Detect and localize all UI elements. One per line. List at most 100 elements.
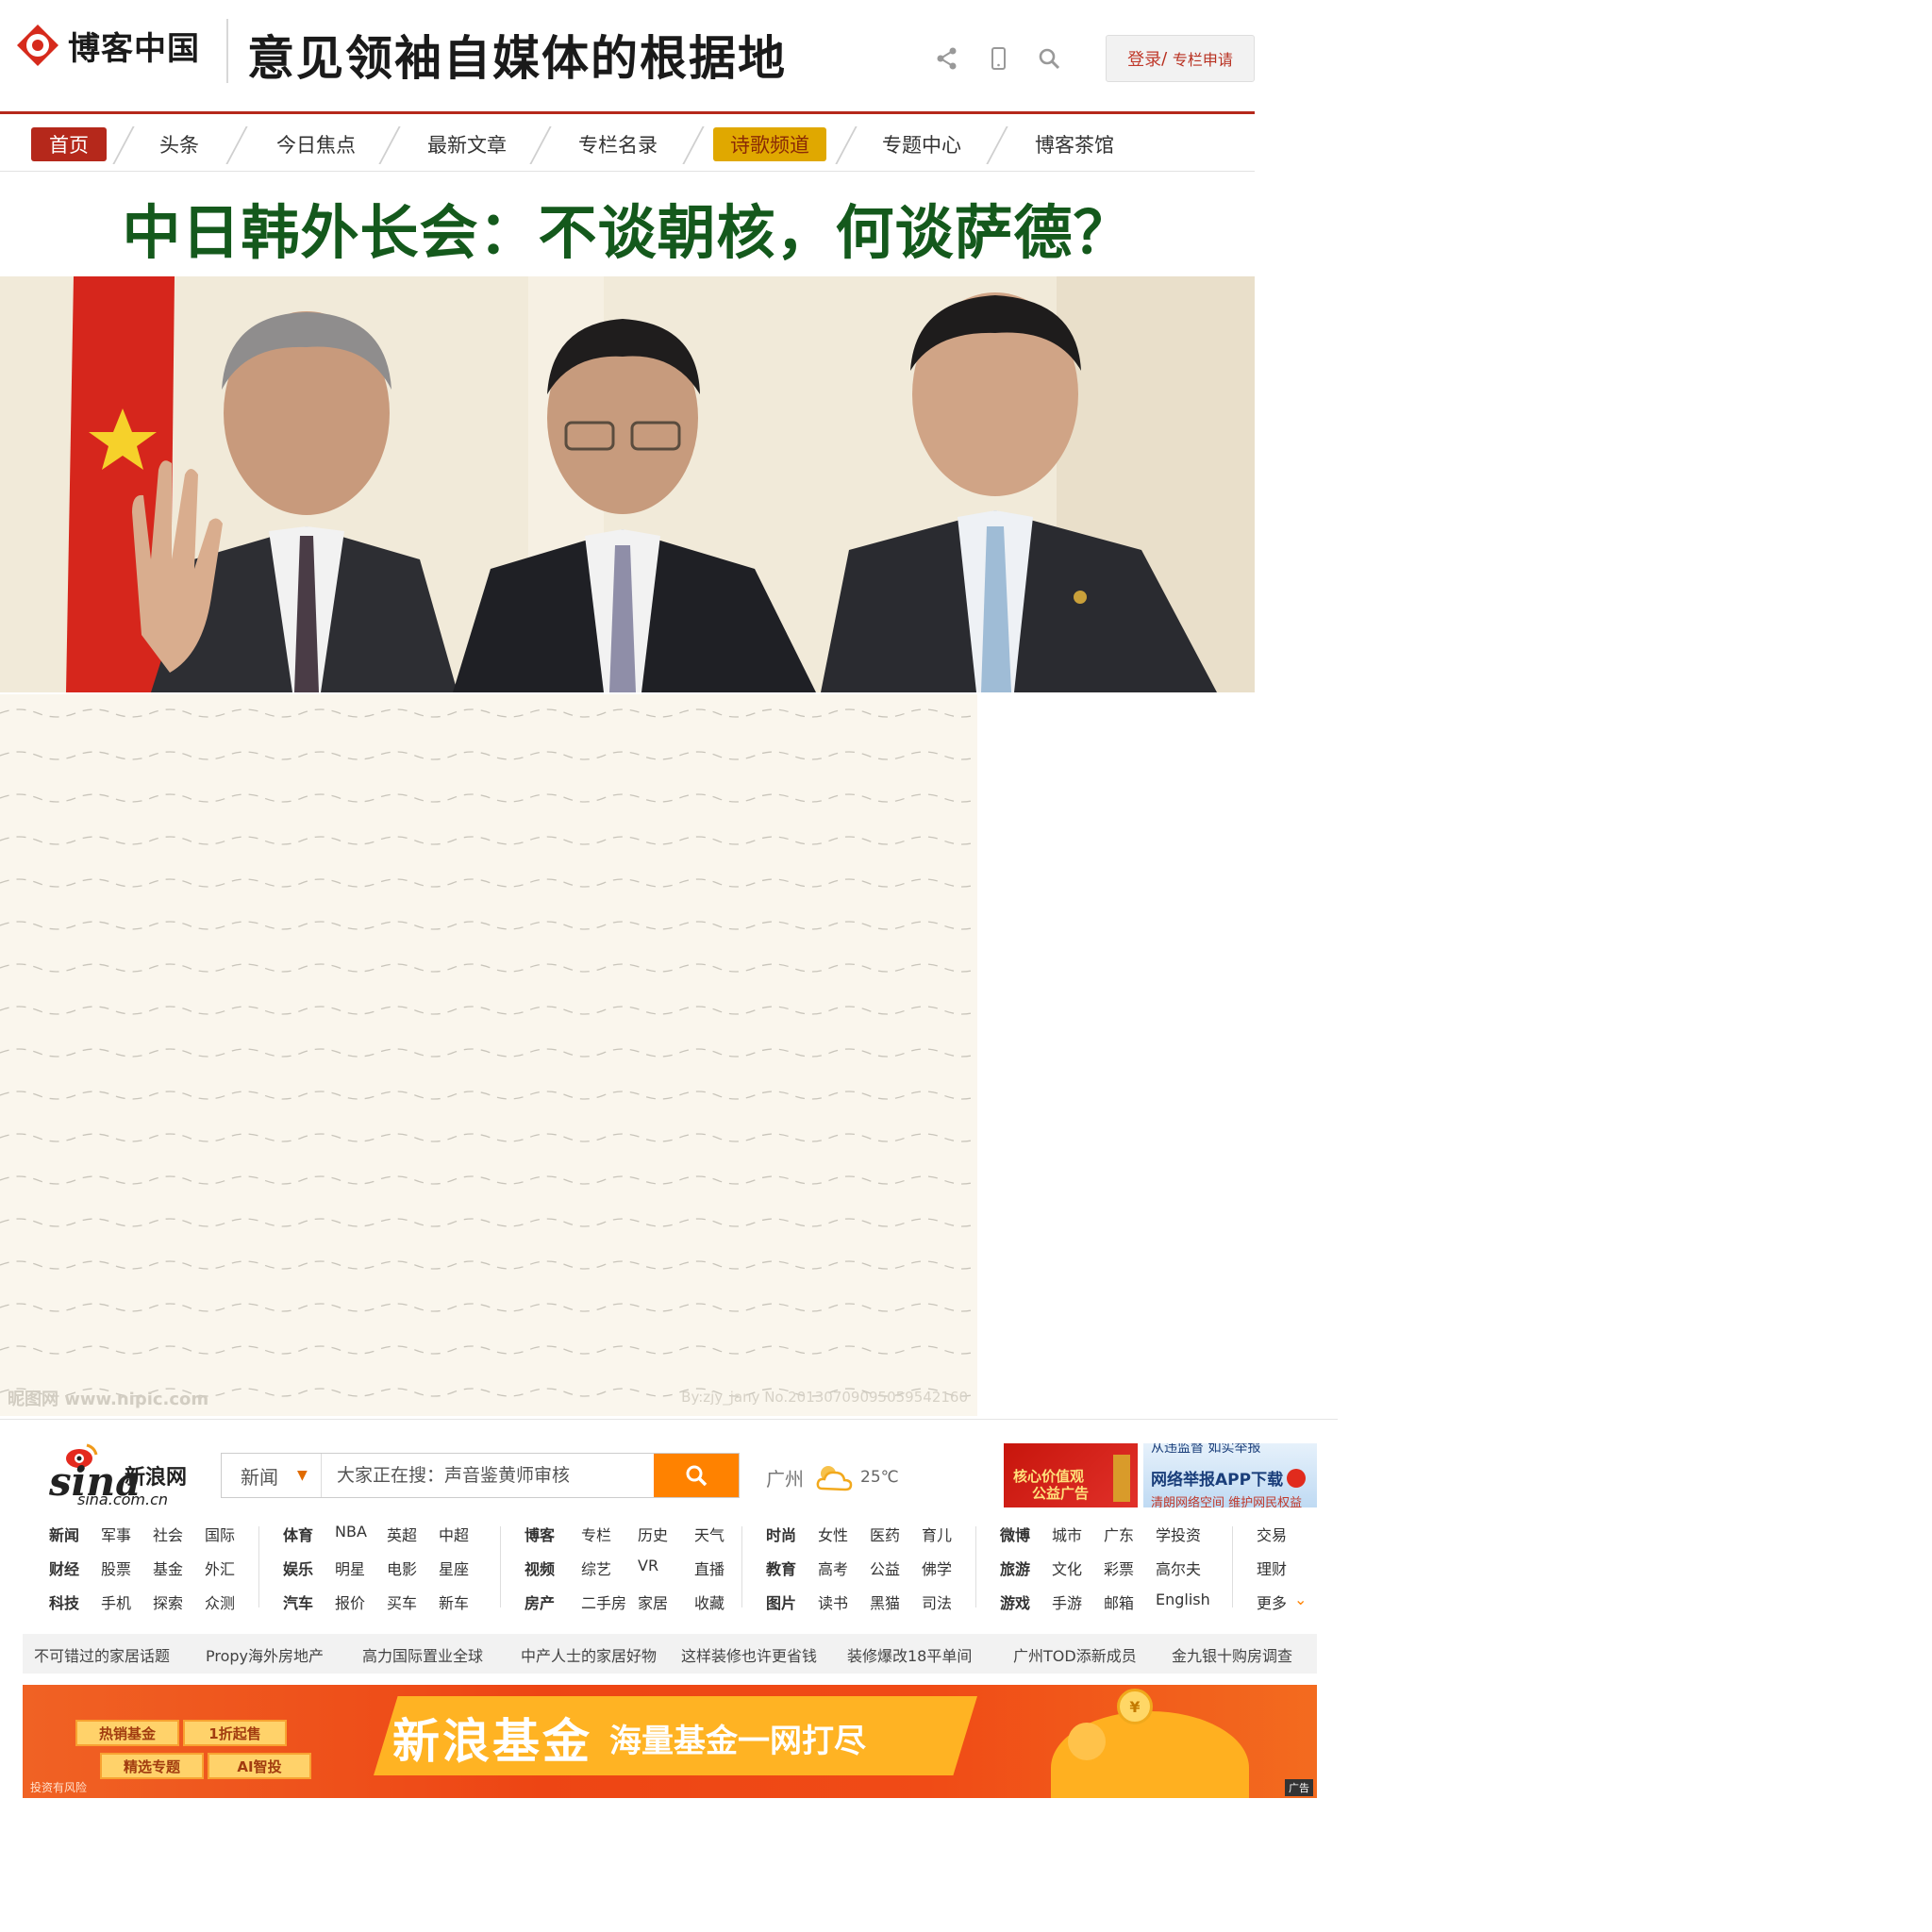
hot-link[interactable]: 这样装修也许更省钱 [681, 1643, 817, 1666]
nav-today-focus[interactable]: 今日焦点 [264, 127, 368, 161]
channel-link[interactable]: 医药 [870, 1523, 922, 1545]
channel-link[interactable]: 视频 [525, 1557, 581, 1579]
channel-link[interactable]: 博客 [525, 1523, 581, 1545]
channel-link[interactable]: 彩票 [1104, 1557, 1156, 1579]
fund-btn-discount[interactable]: 1折起售 [183, 1720, 287, 1746]
login-link[interactable]: 登录 [1127, 46, 1161, 71]
channel-link[interactable]: 高尔夫 [1156, 1557, 1208, 1579]
channel-link[interactable]: 天气 [694, 1523, 751, 1545]
article-photo[interactable] [0, 276, 1255, 692]
channel-link[interactable]: 社会 [153, 1523, 205, 1545]
channel-link[interactable]: 二手房 [581, 1591, 638, 1613]
nav-blog-teahouse[interactable]: 博客茶馆 [1023, 127, 1126, 161]
channel-link[interactable]: 教育 [766, 1557, 818, 1579]
hot-link[interactable]: 高力国际置业全球 [362, 1643, 483, 1666]
channel-link[interactable]: 佛学 [922, 1557, 974, 1579]
channel-link[interactable]: 专栏 [581, 1523, 638, 1545]
hot-link[interactable]: 中产人士的家居好物 [521, 1643, 657, 1666]
search-category-select[interactable]: 新闻 ▼ [222, 1454, 322, 1497]
channel-link[interactable]: 新车 [439, 1591, 491, 1613]
channel-link[interactable]: 家居 [638, 1591, 694, 1613]
fund-btn-ai[interactable]: AI智投 [208, 1753, 311, 1779]
channel-link[interactable]: 文化 [1052, 1557, 1104, 1579]
channel-link[interactable]: 体育 [283, 1523, 335, 1545]
channel-link[interactable]: 外汇 [205, 1557, 257, 1579]
mobile-icon[interactable] [985, 45, 1011, 72]
channel-link[interactable]: 军事 [101, 1523, 153, 1545]
hot-link[interactable]: 广州TOD添新成员 [1013, 1643, 1137, 1666]
ad-core-values[interactable]: 核心价值观 公益广告 [1004, 1443, 1138, 1507]
nav-column-directory[interactable]: 专栏名录 [566, 127, 670, 161]
channel-link[interactable]: 公益 [870, 1557, 922, 1579]
channel-link[interactable]: 科技 [49, 1591, 101, 1613]
search-button[interactable] [654, 1454, 739, 1497]
channel-link[interactable]: 司法 [922, 1591, 974, 1613]
sina-fund-ad[interactable]: 热销基金 1折起售 精选专题 AI智投 新浪基金 海量基金一网打尽 ¥ 投资有风… [23, 1685, 1317, 1798]
fund-btn-hot[interactable]: 热销基金 [75, 1720, 179, 1746]
channel-link[interactable]: 手机 [101, 1591, 153, 1613]
channel-link[interactable]: 英超 [387, 1523, 439, 1545]
channel-link[interactable]: 房产 [525, 1591, 581, 1613]
nav-latest-articles[interactable]: 最新文章 [415, 127, 519, 161]
ad-report-app[interactable]: 从违监督 如实举报 网络举报APP下载 清朗网络空间 维护网民权益 [1143, 1443, 1317, 1507]
blogchina-logo[interactable]: 博客中国 [13, 21, 200, 70]
channel-link[interactable]: 电影 [387, 1557, 439, 1579]
channel-link[interactable]: NBA [335, 1523, 387, 1545]
hot-link[interactable]: 金九银十购房调查 [1172, 1643, 1292, 1666]
channel-link[interactable]: 综艺 [581, 1557, 638, 1579]
channel-link[interactable]: 买车 [387, 1591, 439, 1613]
channel-link[interactable]: 读书 [818, 1591, 870, 1613]
apply-column-link[interactable]: 专栏申请 [1173, 47, 1233, 70]
login-apply-button[interactable]: 登录 / 专栏申请 [1106, 35, 1255, 82]
nav-poetry-channel[interactable]: 诗歌频道 [713, 127, 826, 161]
channel-link[interactable]: 学投资 [1156, 1523, 1208, 1545]
channel-link[interactable]: 旅游 [1000, 1557, 1052, 1579]
channel-link[interactable]: 收藏 [694, 1591, 751, 1613]
channel-link[interactable]: 交易 [1257, 1523, 1308, 1545]
search-input[interactable] [322, 1454, 654, 1497]
channel-link[interactable]: 育儿 [922, 1523, 974, 1545]
channel-link[interactable]: 广东 [1104, 1523, 1156, 1545]
channel-link[interactable]: 女性 [818, 1523, 870, 1545]
channel-link[interactable]: 中超 [439, 1523, 491, 1545]
channel-link[interactable]: 报价 [335, 1591, 387, 1613]
share-icon[interactable] [934, 45, 960, 72]
channel-link[interactable]: 新闻 [49, 1523, 101, 1545]
channel-link[interactable]: 图片 [766, 1591, 818, 1613]
fund-btn-featured[interactable]: 精选专题 [100, 1753, 204, 1779]
channel-link[interactable]: 娱乐 [283, 1557, 335, 1579]
channel-link[interactable]: 星座 [439, 1557, 491, 1579]
channel-link[interactable]: 国际 [205, 1523, 257, 1545]
hot-link[interactable]: 不可错过的家居话题 [34, 1643, 170, 1666]
channel-link[interactable]: 时尚 [766, 1523, 818, 1545]
channel-link[interactable]: 直播 [694, 1557, 751, 1579]
channel-link[interactable]: 明星 [335, 1557, 387, 1579]
nav-headlines[interactable]: 头条 [142, 127, 217, 161]
channel-link[interactable]: 众测 [205, 1591, 257, 1613]
sina-logo[interactable]: sina 新浪网 sina.com.cn [49, 1441, 200, 1509]
hot-link[interactable]: Propy海外房地产 [206, 1643, 324, 1666]
weather-widget[interactable]: 广州 25℃ [766, 1460, 899, 1494]
article-headline[interactable]: 中日韩外长会：不谈朝核，何谈萨德？ [0, 185, 1255, 270]
channel-link[interactable]: 理财 [1257, 1557, 1308, 1579]
channel-link[interactable]: 高考 [818, 1557, 870, 1579]
channel-link[interactable]: VR [638, 1557, 694, 1579]
channel-link[interactable]: 手游 [1052, 1591, 1104, 1613]
channel-link[interactable]: 游戏 [1000, 1591, 1052, 1613]
channel-link[interactable]: 邮箱 [1104, 1591, 1156, 1613]
channel-link[interactable]: 股票 [101, 1557, 153, 1579]
nav-home[interactable]: 首页 [31, 127, 107, 161]
channel-link[interactable]: English [1156, 1591, 1210, 1613]
channel-link[interactable]: 更多 [1257, 1591, 1294, 1613]
channel-link[interactable]: 微博 [1000, 1523, 1052, 1545]
channel-link[interactable]: 历史 [638, 1523, 694, 1545]
hot-link[interactable]: 装修爆改18平单间 [847, 1643, 972, 1666]
nav-topic-center[interactable]: 专题中心 [870, 127, 974, 161]
search-icon[interactable] [1036, 45, 1062, 72]
channel-link[interactable]: 城市 [1052, 1523, 1104, 1545]
channel-link[interactable]: 探索 [153, 1591, 205, 1613]
channel-link[interactable]: 基金 [153, 1557, 205, 1579]
channel-link[interactable]: 汽车 [283, 1591, 335, 1613]
channel-link[interactable]: 黑猫 [870, 1591, 922, 1613]
channel-link[interactable]: 财经 [49, 1557, 101, 1579]
